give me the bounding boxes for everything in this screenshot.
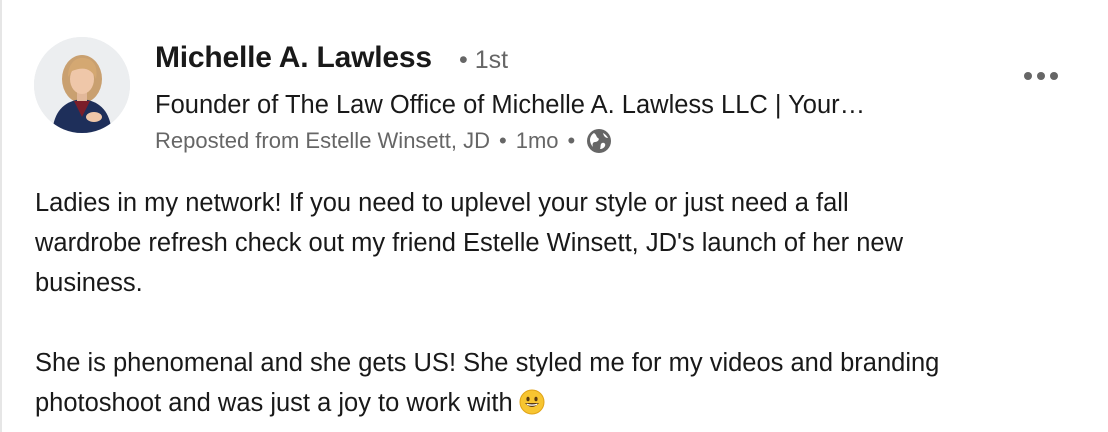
grinning-face-emoji-icon: [519, 387, 545, 415]
post-paragraph-1: Ladies in my network! If you need to upl…: [35, 189, 903, 297]
profile-photo-icon: [34, 37, 130, 133]
post-paragraph-2: She is phenomenal and she gets US! She s…: [35, 343, 1085, 423]
connection-degree: • 1st: [459, 46, 509, 74]
avatar[interactable]: [34, 37, 130, 133]
meta-separator-2: •: [567, 128, 576, 153]
ellipsis-dot: [1050, 72, 1058, 80]
author-headline[interactable]: Founder of The Law Office of Michelle A.…: [155, 90, 865, 121]
globe-icon: [586, 128, 612, 154]
ellipsis-icon: [1024, 72, 1032, 80]
post-paragraph-2-text: She is phenomenal and she gets US! She s…: [35, 349, 940, 417]
more-options-button[interactable]: [1014, 64, 1068, 88]
post-meta: Reposted from Estelle Winsett, JD • 1mo …: [155, 128, 612, 154]
card-left-border: [0, 0, 2, 432]
reposted-from[interactable]: Reposted from Estelle Winsett, JD: [155, 128, 490, 154]
author-name[interactable]: Michelle A. Lawless: [155, 40, 432, 76]
post-time: 1mo: [515, 128, 559, 153]
meta-separator: •: [499, 128, 507, 153]
ellipsis-dot: [1037, 72, 1045, 80]
post-body: Ladies in my network! If you need to upl…: [35, 183, 1085, 423]
